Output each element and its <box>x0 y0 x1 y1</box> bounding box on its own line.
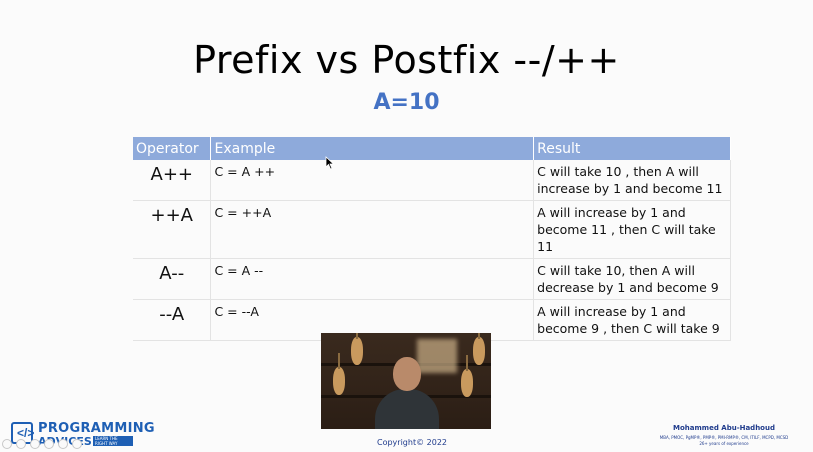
result-cell: A will increase by 1 and become 9 , then… <box>533 299 731 341</box>
example-cell: C = A -- <box>210 258 535 300</box>
operators-table: Operator Example Result A++ C = A ++ C w… <box>133 137 731 341</box>
guitar-icon <box>333 353 345 395</box>
arrow-cursor-icon <box>325 156 335 170</box>
slide: Prefix vs Postfix --/++ A=10 Operator Ex… <box>0 0 813 452</box>
guitar-icon <box>473 333 485 365</box>
operator-cell: A-- <box>133 258 212 300</box>
slide-title: Prefix vs Postfix --/++ <box>193 38 620 82</box>
view-all-slides-icon[interactable] <box>44 439 54 449</box>
header-result: Result <box>533 137 731 160</box>
slide-subtitle: A=10 <box>373 90 440 115</box>
table-header-row: Operator Example Result <box>133 137 731 160</box>
operator-cell: --A <box>133 299 212 341</box>
next-slide-icon[interactable] <box>16 439 26 449</box>
slideshow-controls[interactable] <box>2 439 92 451</box>
header-example: Example <box>210 137 535 160</box>
example-cell: C = ++A <box>210 200 535 259</box>
presenter-webcam <box>321 333 491 429</box>
example-cell: C = A ++ <box>210 160 535 201</box>
author-block: Mohammed Abu-Hadhoud MBA, PMOC, PgMP®, P… <box>639 424 809 446</box>
author-credentials: MBA, PMOC, PgMP®, PMP®, PMI-RMP®, CM, IT… <box>659 435 789 440</box>
author-experience: 26+ years of experience <box>699 441 749 446</box>
code-bracket-icon: </> <box>17 426 35 440</box>
header-operator: Operator <box>133 137 212 160</box>
table-row: A++ C = A ++ C will take 10 , then A wil… <box>133 160 731 201</box>
operator-cell: A++ <box>133 160 212 201</box>
pen-icon[interactable] <box>30 439 40 449</box>
presenter-head <box>393 357 421 391</box>
table-row: ++A C = ++A A will increase by 1 and bec… <box>133 200 731 259</box>
zoom-icon[interactable] <box>58 439 68 449</box>
copyright-text: Copyright© 2022 <box>377 438 447 447</box>
result-cell: C will take 10 , then A will increase by… <box>533 160 731 201</box>
guitar-icon <box>351 333 363 365</box>
previous-slide-icon[interactable] <box>2 439 12 449</box>
table-row: A-- C = A -- C will take 10, then A will… <box>133 258 731 300</box>
lamp-glow <box>417 339 457 373</box>
logo-tagline: LEARN THE RIGHT WAY <box>93 436 133 446</box>
result-cell: A will increase by 1 and become 11 , the… <box>533 200 731 259</box>
logo-text-top: PROGRAMMING <box>38 421 155 436</box>
guitar-icon <box>461 355 473 397</box>
result-cell: C will take 10, then A will decrease by … <box>533 258 731 300</box>
more-options-icon[interactable] <box>72 439 82 449</box>
operator-cell: ++A <box>133 200 212 259</box>
author-name: Mohammed Abu-Hadhoud <box>673 424 775 432</box>
